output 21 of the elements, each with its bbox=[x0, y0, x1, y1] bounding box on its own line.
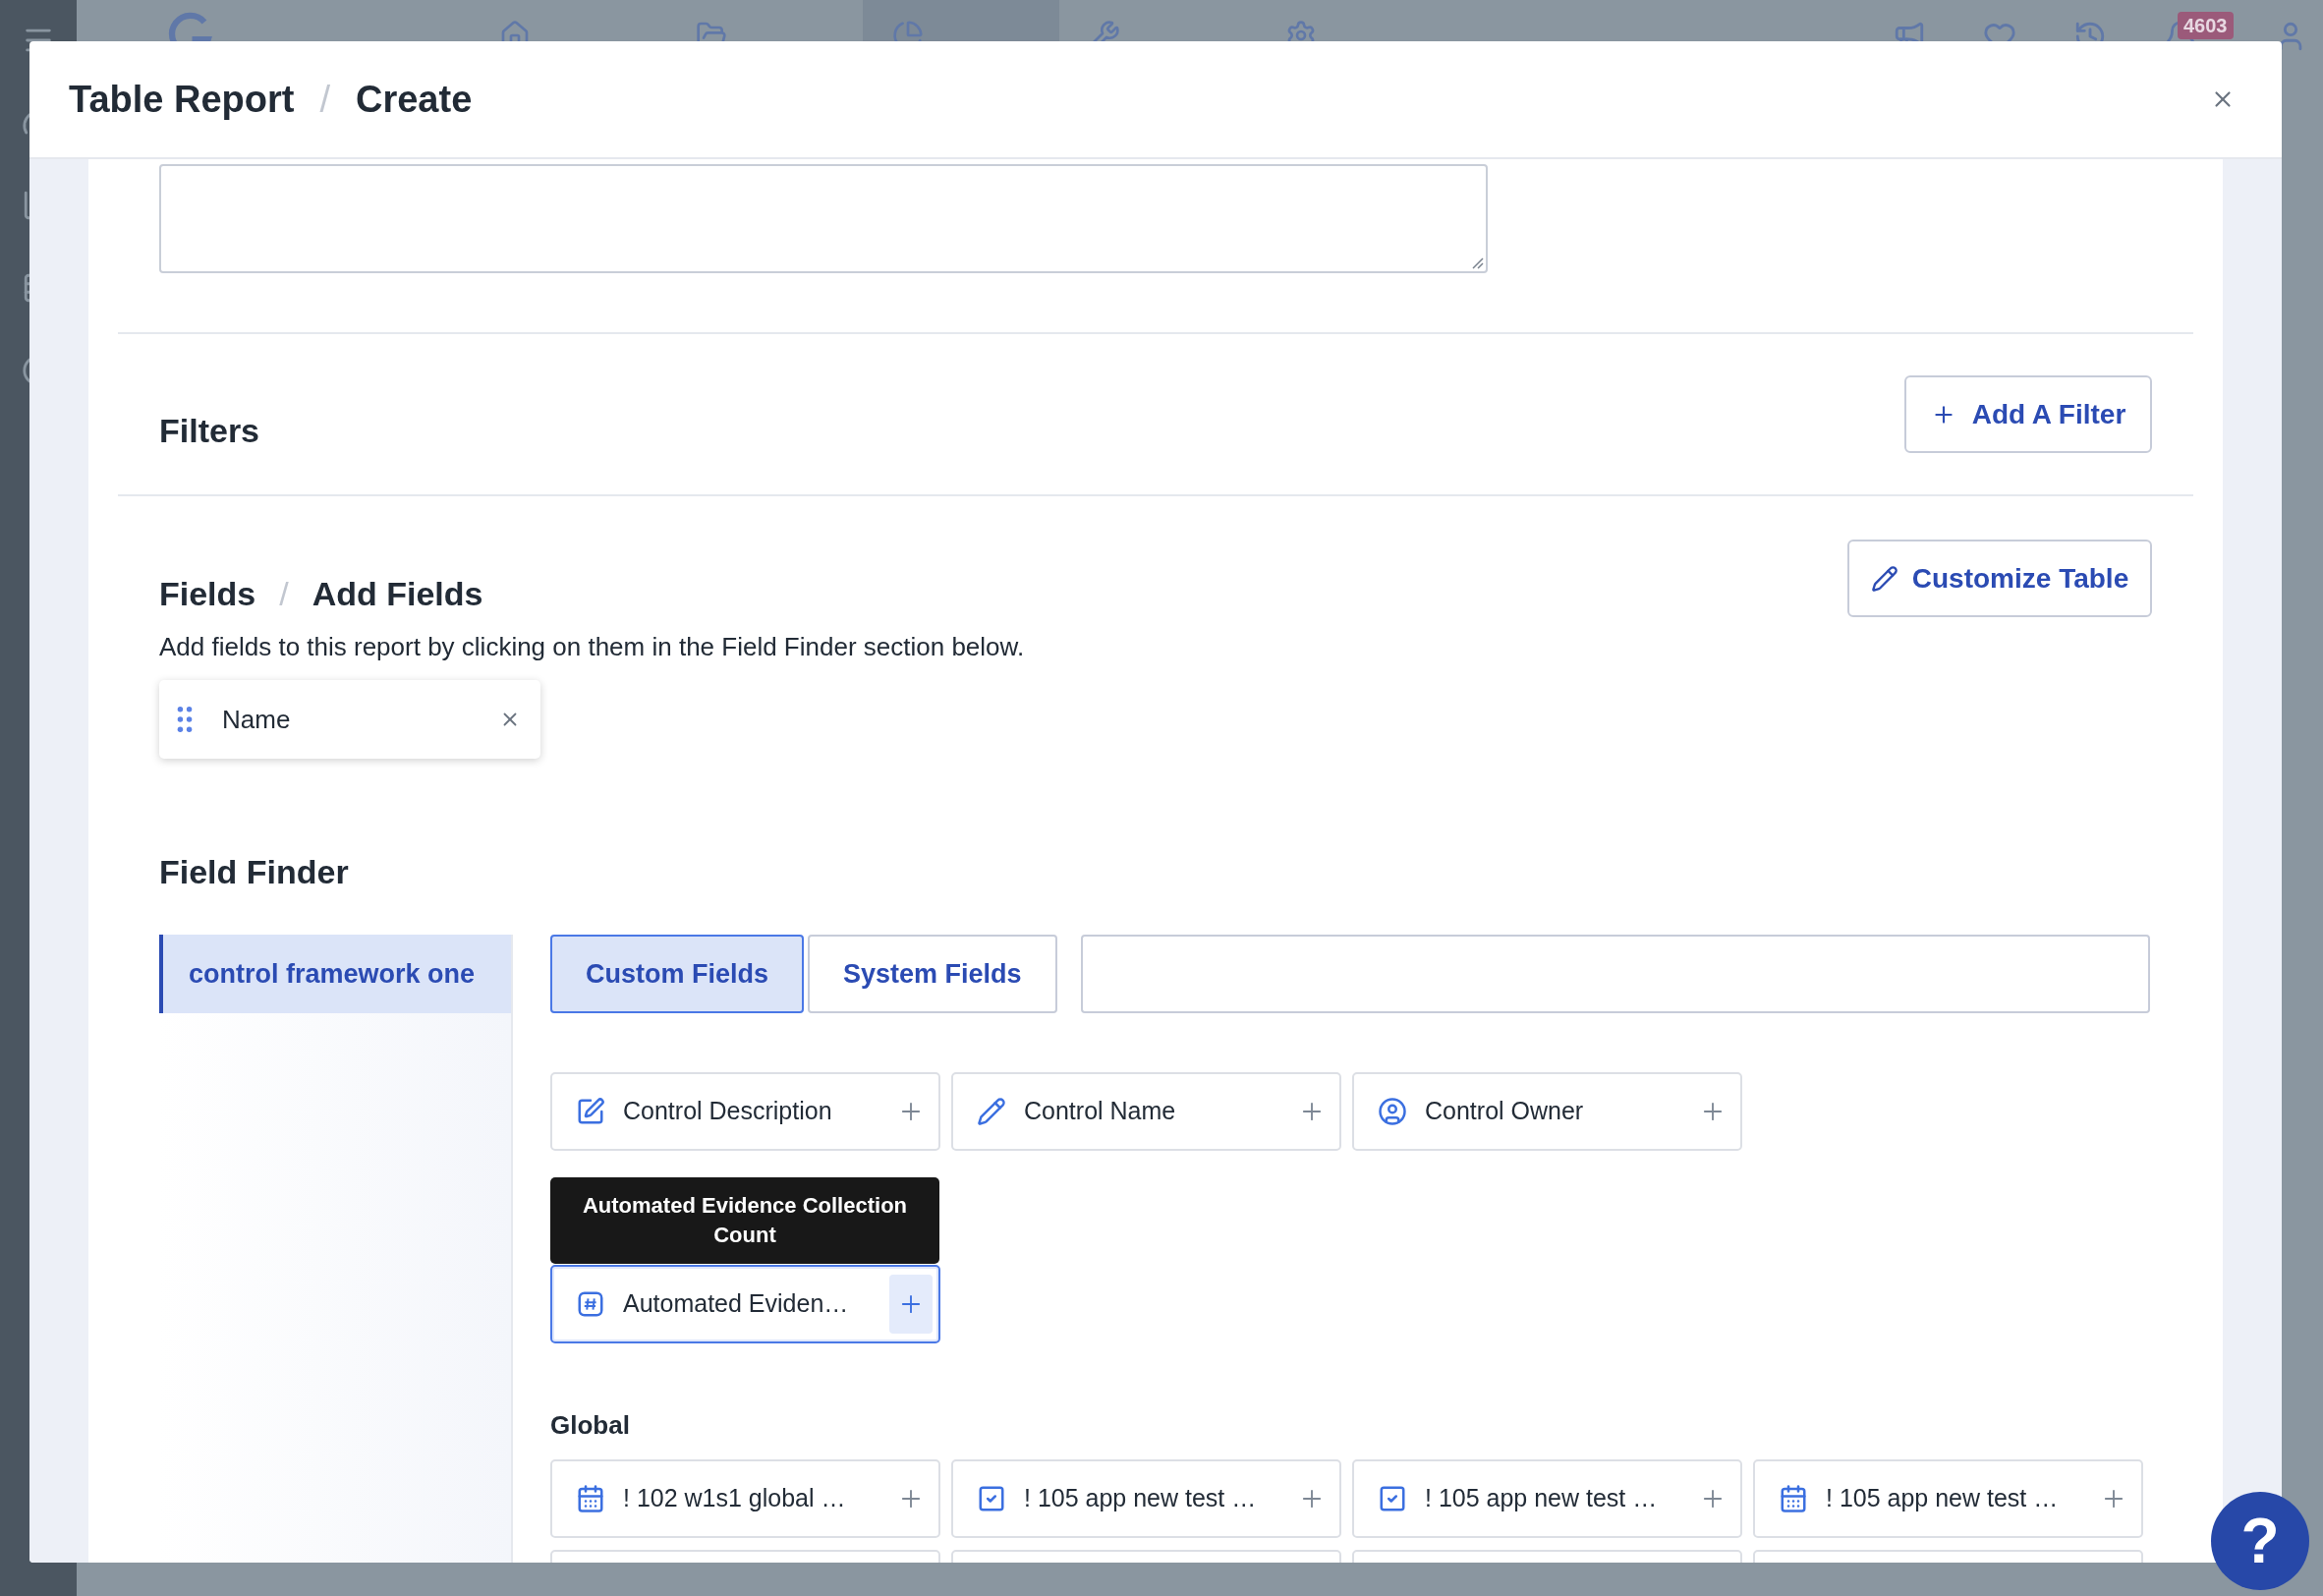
field-label: ! 102 w1s1 global … bbox=[623, 1483, 847, 1514]
filters-heading: Filters bbox=[159, 411, 260, 451]
add-fields-heading: Add Fields bbox=[312, 573, 483, 614]
field-label: Control Owner bbox=[1425, 1096, 1585, 1127]
field-label: ! 105 app new test … bbox=[1826, 1483, 2060, 1514]
field-label: Automated Eviden… bbox=[623, 1288, 850, 1320]
field-name: Name bbox=[222, 703, 292, 736]
fields-heading: Fields bbox=[159, 573, 256, 614]
field-label: ! 105 app new test … bbox=[1425, 1483, 1659, 1514]
field-label: Control Description bbox=[623, 1096, 833, 1127]
section-heading: Global bbox=[550, 1410, 630, 1440]
breadcrumb-separator: / bbox=[319, 77, 330, 122]
tooltip: Automated Evidence Collection Count bbox=[550, 1177, 939, 1264]
fields-description: Add fields to this report by clicking on them in the Field Finder section below. bbox=[159, 631, 1025, 663]
notification-badge: 4603 bbox=[2178, 12, 2234, 39]
field-label: ! 105 app new test … bbox=[1024, 1483, 1258, 1514]
modal-title: Table Report bbox=[69, 77, 295, 122]
field-finder-heading: Field Finder bbox=[159, 853, 349, 890]
field-label: Control Name bbox=[1024, 1096, 1177, 1127]
modal-subtitle: Create bbox=[356, 77, 473, 122]
breadcrumb-separator: / bbox=[279, 573, 289, 614]
